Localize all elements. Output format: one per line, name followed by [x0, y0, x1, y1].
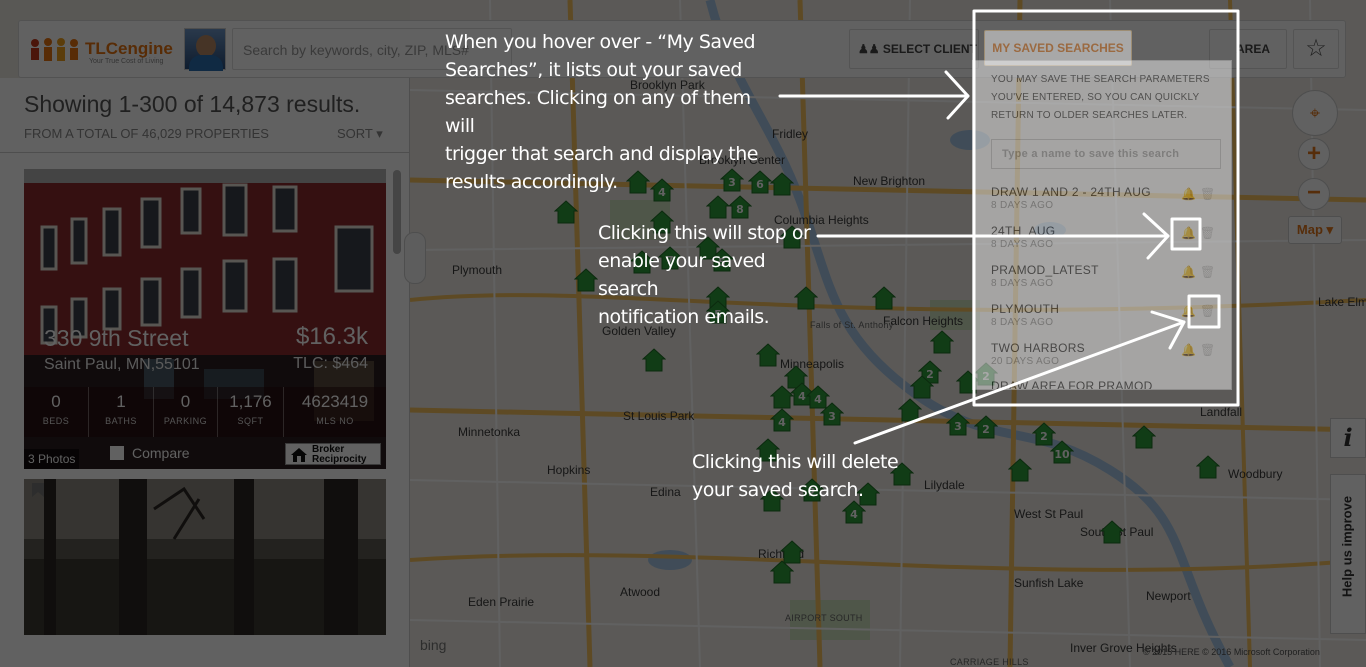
highlight-bell [1170, 217, 1202, 251]
note-delete-search: Clicking this will delete your saved sea… [692, 451, 899, 501]
arrow-delete [853, 320, 1186, 445]
highlight-trash [1187, 294, 1221, 329]
note-hover-saved-searches: When you hover over - “My Saved Searches… [445, 31, 758, 193]
note-notification-toggle: Clicking this will stop or enable your s… [598, 222, 811, 328]
highlight-box [972, 9, 1240, 407]
